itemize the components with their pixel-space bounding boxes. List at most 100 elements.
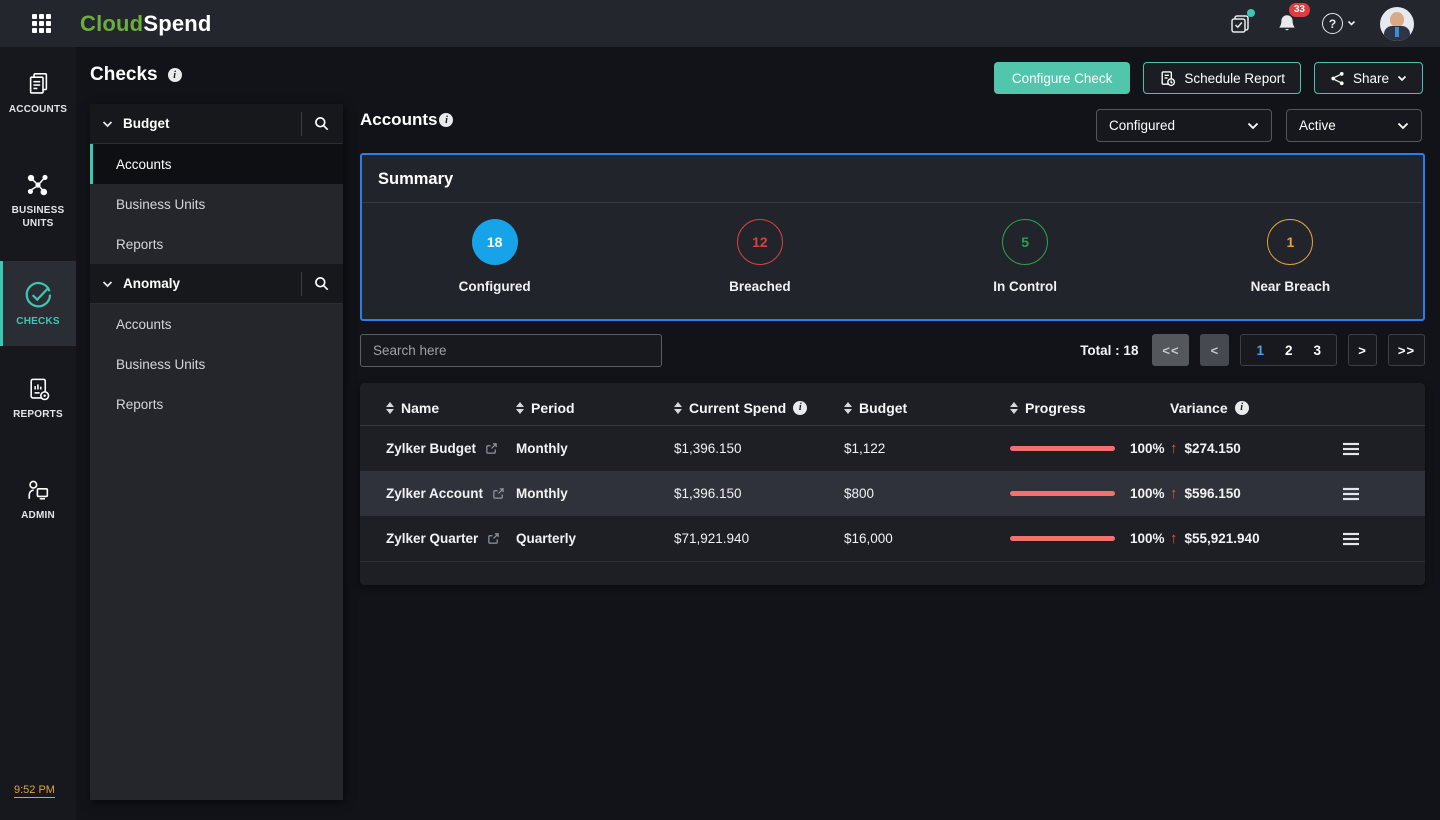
rail-label: ADMIN [21, 509, 55, 521]
stat-breached[interactable]: 12 Breached [627, 219, 892, 294]
sidebar-section-budget[interactable]: Budget [90, 104, 343, 144]
sidebar-item-anomaly-business-units[interactable]: Business Units [90, 344, 343, 384]
row-period: Quarterly [516, 531, 577, 546]
help-icon[interactable]: ? [1322, 13, 1356, 34]
first-page-button[interactable]: << [1152, 334, 1190, 366]
chevron-down-icon [102, 120, 113, 128]
row-progress: 100% [1010, 441, 1170, 456]
variance-value: $55,921.940 [1184, 531, 1260, 546]
menu-icon [1342, 487, 1359, 500]
row-menu-button[interactable] [1302, 532, 1399, 546]
row-name-link[interactable]: Zylker Account [386, 486, 516, 501]
page-title: Checks i [90, 64, 182, 86]
col-name[interactable]: Name [386, 400, 516, 416]
external-link-icon [488, 533, 500, 544]
page-2[interactable]: 2 [1285, 343, 1293, 358]
table-controls: Total : 18 << < 1 2 3 > >> [360, 333, 1425, 367]
avatar-tie [1395, 26, 1399, 37]
rail-item-accounts[interactable]: ACCOUNTS [0, 61, 76, 127]
table-row[interactable]: Zylker Account Monthly $1,396.150 $800 1… [360, 471, 1425, 516]
variance-value: $596.150 [1184, 486, 1241, 501]
page-3[interactable]: 3 [1313, 343, 1321, 358]
row-progress: 100% [1010, 486, 1170, 501]
stat-in-control[interactable]: 5 In Control [893, 219, 1158, 294]
row-name-link[interactable]: Zylker Quarter [386, 531, 516, 546]
sidebar-item-budget-business-units[interactable]: Business Units [90, 184, 343, 224]
sort-icon [1010, 401, 1018, 414]
table-row[interactable]: Zylker Budget Monthly $1,396.150 $1,122 … [360, 426, 1425, 471]
info-icon[interactable]: i [1234, 400, 1249, 415]
sort-icon [386, 401, 394, 414]
checks-icon [25, 281, 51, 307]
reports-icon [29, 378, 49, 401]
sidebar-item-anomaly-reports[interactable]: Reports [90, 384, 343, 424]
status-filter-dropdown[interactable]: Configured [1096, 109, 1272, 142]
notification-badge: 33 [1288, 3, 1310, 17]
summary-panel: Summary 18 Configured 12 Breached 5 In C… [360, 153, 1425, 321]
row-menu-button[interactable] [1302, 487, 1399, 501]
col-label: Current Spend [689, 399, 787, 416]
stat-circle-near-breach: 1 [1267, 219, 1314, 265]
external-link-icon [493, 488, 504, 499]
stat-near-breach[interactable]: 1 Near Breach [1158, 219, 1423, 294]
stat-configured[interactable]: 18 Configured [362, 219, 627, 294]
chevron-down-icon [1397, 122, 1409, 130]
sidebar-item-budget-reports[interactable]: Reports [90, 224, 343, 264]
tasks-icon[interactable] [1228, 8, 1255, 36]
logo-cloud-text: Cloud [80, 10, 144, 36]
page-1[interactable]: 1 [1256, 343, 1264, 358]
rail-item-checks[interactable]: CHECKS [0, 260, 76, 346]
last-page-button[interactable]: >> [1388, 334, 1425, 366]
col-period[interactable]: Period [516, 400, 674, 416]
active-filter-value: Active [1299, 118, 1336, 133]
checks-table: Name Period Current Spend i Budget Progre… [360, 383, 1425, 585]
row-period: Monthly [516, 486, 568, 501]
stat-circle-in-control: 5 [1002, 219, 1049, 265]
info-icon[interactable]: i [439, 113, 454, 127]
stat-circle-configured: 18 [471, 219, 518, 265]
sidebar-item-budget-accounts[interactable]: Accounts [90, 144, 343, 184]
divider [301, 111, 302, 136]
user-avatar[interactable] [1380, 6, 1414, 41]
rail-label: BUSINESS UNITS [11, 204, 65, 230]
menu-icon [1342, 442, 1359, 455]
col-current-spend[interactable]: Current Spend i [674, 400, 844, 416]
rail-item-reports[interactable]: REPORTS [0, 366, 76, 432]
sidebar-section-anomaly[interactable]: Anomaly [90, 264, 343, 304]
row-name-text: Zylker Budget [386, 441, 477, 456]
rail-item-admin[interactable]: ADMIN [0, 466, 76, 533]
row-budget: $800 [844, 486, 875, 501]
search-icon[interactable] [312, 274, 331, 293]
row-name-link[interactable]: Zylker Budget [386, 441, 516, 456]
search-input[interactable] [360, 333, 662, 367]
pagination: Total : 18 << < 1 2 3 > >> [1080, 334, 1425, 366]
avatar-head [1390, 11, 1404, 27]
cloudspend-logo[interactable]: CloudSpend [80, 11, 212, 37]
search-icon[interactable] [312, 114, 331, 133]
rail-item-business-units[interactable]: BUSINESS UNITS [0, 161, 76, 241]
row-current-spend: $1,396.150 [674, 441, 742, 456]
col-progress[interactable]: Progress [1010, 400, 1170, 416]
notifications-bell-icon[interactable]: 33 [1276, 3, 1310, 35]
prev-page-button[interactable]: < [1200, 334, 1230, 366]
row-budget: $1,122 [844, 441, 886, 456]
col-budget[interactable]: Budget [844, 400, 1010, 416]
info-icon[interactable]: i [167, 68, 182, 82]
info-icon[interactable]: i [793, 400, 808, 415]
app-grid-icon[interactable] [32, 14, 51, 33]
next-page-button[interactable]: > [1348, 334, 1377, 366]
table-bottom-divider [360, 561, 1425, 574]
total-count: Total : 18 [1080, 342, 1139, 358]
online-dot [1247, 8, 1255, 17]
session-time[interactable]: 9:52 PM [14, 784, 55, 798]
row-period: Monthly [516, 441, 568, 456]
row-menu-button[interactable] [1302, 442, 1399, 456]
table-row[interactable]: Zylker Quarter Quarterly $71,921.940 $16… [360, 516, 1425, 561]
nav-rail: ACCOUNTS BUSINESS UNITS CHECKS REPORTS A… [0, 47, 76, 820]
rail-label: ACCOUNTS [8, 104, 68, 115]
active-filter-dropdown[interactable]: Active [1286, 109, 1422, 142]
chevron-down-icon [102, 280, 113, 288]
sidebar-item-anomaly-accounts[interactable]: Accounts [90, 304, 343, 344]
variance-up-icon: ↑ [1170, 485, 1178, 502]
col-label: Name [401, 399, 440, 416]
